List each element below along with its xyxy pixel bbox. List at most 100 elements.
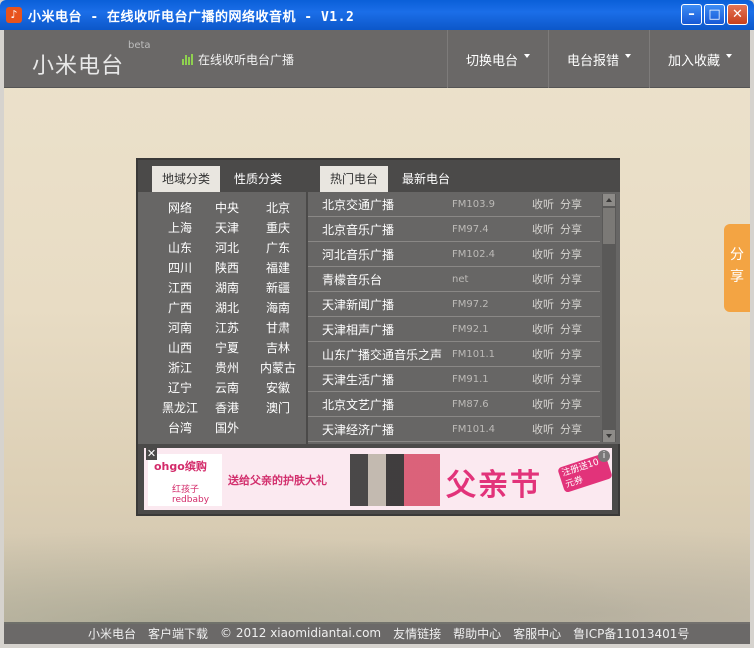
scroll-down-arrow-icon[interactable] <box>603 430 615 442</box>
station-name[interactable]: 青檬音乐台 <box>322 271 452 288</box>
station-row[interactable]: 河北音乐广播 FM102.4 收听 分享 <box>308 242 600 267</box>
share-link[interactable]: 分享 <box>560 296 582 312</box>
window-titlebar[interactable]: ♪ 小米电台 - 在线收听电台广播的网络收音机 - V1.2 – □ ✕ <box>0 0 754 30</box>
region-link[interactable]: 北京 <box>252 198 304 218</box>
region-link[interactable]: 浙江 <box>158 358 202 378</box>
listen-link[interactable]: 收听 <box>532 196 554 212</box>
region-link[interactable]: 山西 <box>158 338 202 358</box>
region-link[interactable]: 安徽 <box>252 378 304 398</box>
station-row[interactable]: 天津生活广播 FM91.1 收听 分享 <box>308 367 600 392</box>
station-row[interactable]: 天津新闻广播 FM97.2 收听 分享 <box>308 292 600 317</box>
region-link[interactable]: 香港 <box>202 398 252 418</box>
tab-hot-stations[interactable]: 热门电台 <box>320 166 389 192</box>
region-link[interactable]: 国外 <box>202 418 252 438</box>
site-logo[interactable]: 小米电台 <box>32 48 124 80</box>
region-link[interactable]: 辽宁 <box>158 378 202 398</box>
listen-link[interactable]: 收听 <box>532 396 554 412</box>
region-link[interactable]: 宁夏 <box>202 338 252 358</box>
station-row[interactable]: 天津经济广播 FM101.4 收听 分享 <box>308 417 600 442</box>
minimize-button[interactable]: – <box>681 4 702 25</box>
station-row[interactable]: 北京音乐广播 FM97.4 收听 分享 <box>308 217 600 242</box>
share-side-tab[interactable]: 分享 <box>724 224 750 312</box>
share-link[interactable]: 分享 <box>560 196 582 212</box>
share-link[interactable]: 分享 <box>560 321 582 337</box>
share-link[interactable]: 分享 <box>560 371 582 387</box>
region-link[interactable]: 重庆 <box>252 218 304 238</box>
station-name[interactable]: 天津相声广播 <box>322 321 452 338</box>
share-link[interactable]: 分享 <box>560 346 582 362</box>
station-row[interactable]: 北京文艺广播 FM87.6 收听 分享 <box>308 392 600 417</box>
region-link[interactable]: 台湾 <box>158 418 202 438</box>
station-name[interactable]: 山东广播交通音乐之声 <box>322 346 452 363</box>
footer-link[interactable]: 友情链接 <box>393 625 441 642</box>
station-row[interactable]: 青檬音乐台 net 收听 分享 <box>308 267 600 292</box>
station-name[interactable]: 北京音乐广播 <box>322 221 452 238</box>
share-link[interactable]: 分享 <box>560 271 582 287</box>
region-link[interactable]: 福建 <box>252 258 304 278</box>
region-link[interactable]: 江西 <box>158 278 202 298</box>
region-link[interactable]: 天津 <box>202 218 252 238</box>
region-link[interactable]: 贵州 <box>202 358 252 378</box>
footer-link[interactable]: 帮助中心 <box>453 625 501 642</box>
nav-add-favorite[interactable]: 加入收藏 <box>648 30 750 88</box>
station-name[interactable]: 河北音乐广播 <box>322 246 452 263</box>
station-name[interactable]: 天津经济广播 <box>322 421 452 438</box>
region-link[interactable]: 上海 <box>158 218 202 238</box>
station-scrollbar[interactable] <box>602 194 616 442</box>
region-link[interactable]: 四川 <box>158 258 202 278</box>
region-link[interactable]: 山东 <box>158 238 202 258</box>
ad-banner[interactable]: ohgo缤购 红孩子 redbaby ✕ 送给父亲的护肤大礼 父亲节 注册送10… <box>144 448 612 510</box>
region-link[interactable]: 湖北 <box>202 298 252 318</box>
region-link[interactable]: 新疆 <box>252 278 304 298</box>
listen-link[interactable]: 收听 <box>532 371 554 387</box>
scroll-up-arrow-icon[interactable] <box>603 194 615 206</box>
close-button[interactable]: ✕ <box>727 4 748 25</box>
scroll-thumb[interactable] <box>603 208 615 244</box>
region-link[interactable]: 广西 <box>158 298 202 318</box>
region-link[interactable]: 河南 <box>158 318 202 338</box>
region-link[interactable]: 黑龙江 <box>158 398 202 418</box>
tab-new-stations[interactable]: 最新电台 <box>392 166 460 192</box>
nav-report-error[interactable]: 电台报错 <box>547 30 649 88</box>
footer-link[interactable]: 鲁ICP备11013401号 <box>573 625 689 642</box>
share-link[interactable]: 分享 <box>560 396 582 412</box>
tab-type[interactable]: 性质分类 <box>224 166 292 192</box>
listen-link[interactable]: 收听 <box>532 246 554 262</box>
station-row[interactable]: 山东广播交通音乐之声 FM101.1 收听 分享 <box>308 342 600 367</box>
region-link[interactable]: 云南 <box>202 378 252 398</box>
region-link[interactable]: 陕西 <box>202 258 252 278</box>
listen-link[interactable]: 收听 <box>532 346 554 362</box>
footer-link[interactable]: © 2012 xiaomidiantai.com <box>220 626 381 640</box>
region-link[interactable]: 网络 <box>158 198 202 218</box>
station-row[interactable]: 天津相声广播 FM92.1 收听 分享 <box>308 317 600 342</box>
station-name[interactable]: 北京文艺广播 <box>322 396 452 413</box>
region-link[interactable]: 甘肃 <box>252 318 304 338</box>
share-link[interactable]: 分享 <box>560 421 582 437</box>
listen-link[interactable]: 收听 <box>532 271 554 287</box>
listen-link[interactable]: 收听 <box>532 421 554 437</box>
region-link[interactable]: 江苏 <box>202 318 252 338</box>
region-link[interactable]: 吉林 <box>252 338 304 358</box>
region-link[interactable]: 澳门 <box>252 398 304 418</box>
station-name[interactable]: 北京交通广播 <box>322 196 452 213</box>
maximize-button[interactable]: □ <box>704 4 725 25</box>
region-link[interactable]: 广东 <box>252 238 304 258</box>
station-name[interactable]: 天津新闻广播 <box>322 296 452 313</box>
listen-link[interactable]: 收听 <box>532 221 554 237</box>
footer-link[interactable]: 客服中心 <box>513 625 561 642</box>
listen-link[interactable]: 收听 <box>532 321 554 337</box>
ad-info-icon[interactable]: i <box>598 450 610 462</box>
footer-link[interactable]: 客户端下载 <box>148 625 208 642</box>
station-name[interactable]: 天津生活广播 <box>322 371 452 388</box>
region-link[interactable]: 中央 <box>202 198 252 218</box>
ad-close-icon[interactable]: ✕ <box>146 448 157 460</box>
share-link[interactable]: 分享 <box>560 246 582 262</box>
station-row[interactable]: 北京交通广播 FM103.9 收听 分享 <box>308 192 600 217</box>
footer-link[interactable]: 小米电台 <box>88 625 136 642</box>
region-link[interactable]: 海南 <box>252 298 304 318</box>
tab-region[interactable]: 地域分类 <box>152 166 221 192</box>
region-link[interactable]: 内蒙古 <box>252 358 304 378</box>
region-link[interactable]: 河北 <box>202 238 252 258</box>
region-link[interactable]: 湖南 <box>202 278 252 298</box>
listen-link[interactable]: 收听 <box>532 296 554 312</box>
